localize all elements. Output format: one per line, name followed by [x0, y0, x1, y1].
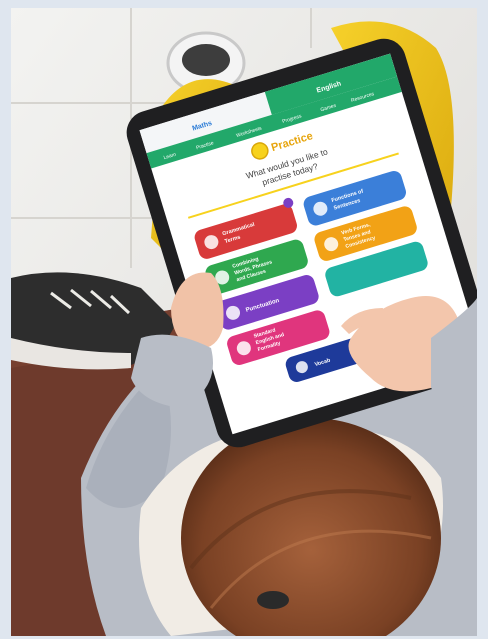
page-frame: Maths English Learn Practise Worksheets …: [0, 0, 488, 639]
hair-clip: [257, 591, 289, 609]
photo-scene: Maths English Learn Practise Worksheets …: [11, 8, 477, 636]
photo: Maths English Learn Practise Worksheets …: [11, 8, 477, 636]
